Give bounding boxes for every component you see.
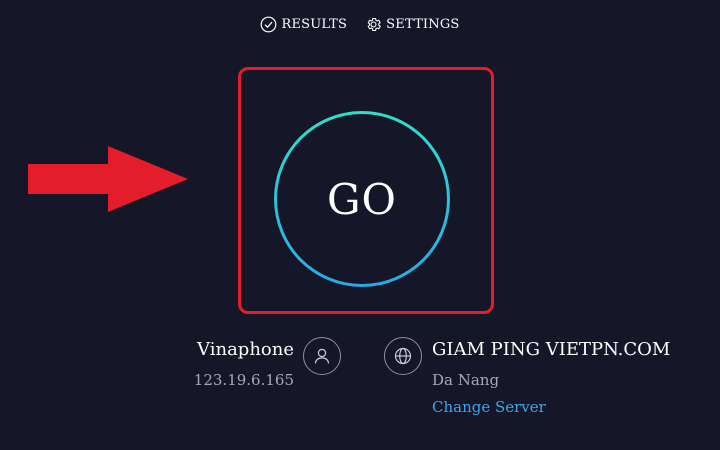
check-circle-icon xyxy=(260,16,277,33)
settings-nav-item[interactable]: SETTINGS xyxy=(365,16,459,33)
top-nav: RESULTS SETTINGS xyxy=(0,16,720,33)
results-label: RESULTS xyxy=(281,17,348,32)
globe-icon[interactable] xyxy=(384,337,422,375)
server-location: Da Nang xyxy=(432,371,500,389)
arrow-right-icon xyxy=(28,146,190,216)
results-nav-item[interactable]: RESULTS xyxy=(260,16,347,33)
go-label: GO xyxy=(327,174,397,224)
provider-ip: 123.19.6.165 xyxy=(193,371,294,389)
gear-icon xyxy=(365,16,382,33)
server-name: GIAM PING VIETPN.COM xyxy=(432,339,671,360)
user-icon xyxy=(303,337,341,375)
change-server-link[interactable]: Change Server xyxy=(432,398,546,416)
speedtest-page: RESULTS SETTINGS GO Vinaphone 123.19.6.1… xyxy=(0,0,720,450)
settings-label: SETTINGS xyxy=(386,17,460,32)
provider-name: Vinaphone xyxy=(197,339,294,360)
go-button[interactable]: GO xyxy=(274,111,450,287)
